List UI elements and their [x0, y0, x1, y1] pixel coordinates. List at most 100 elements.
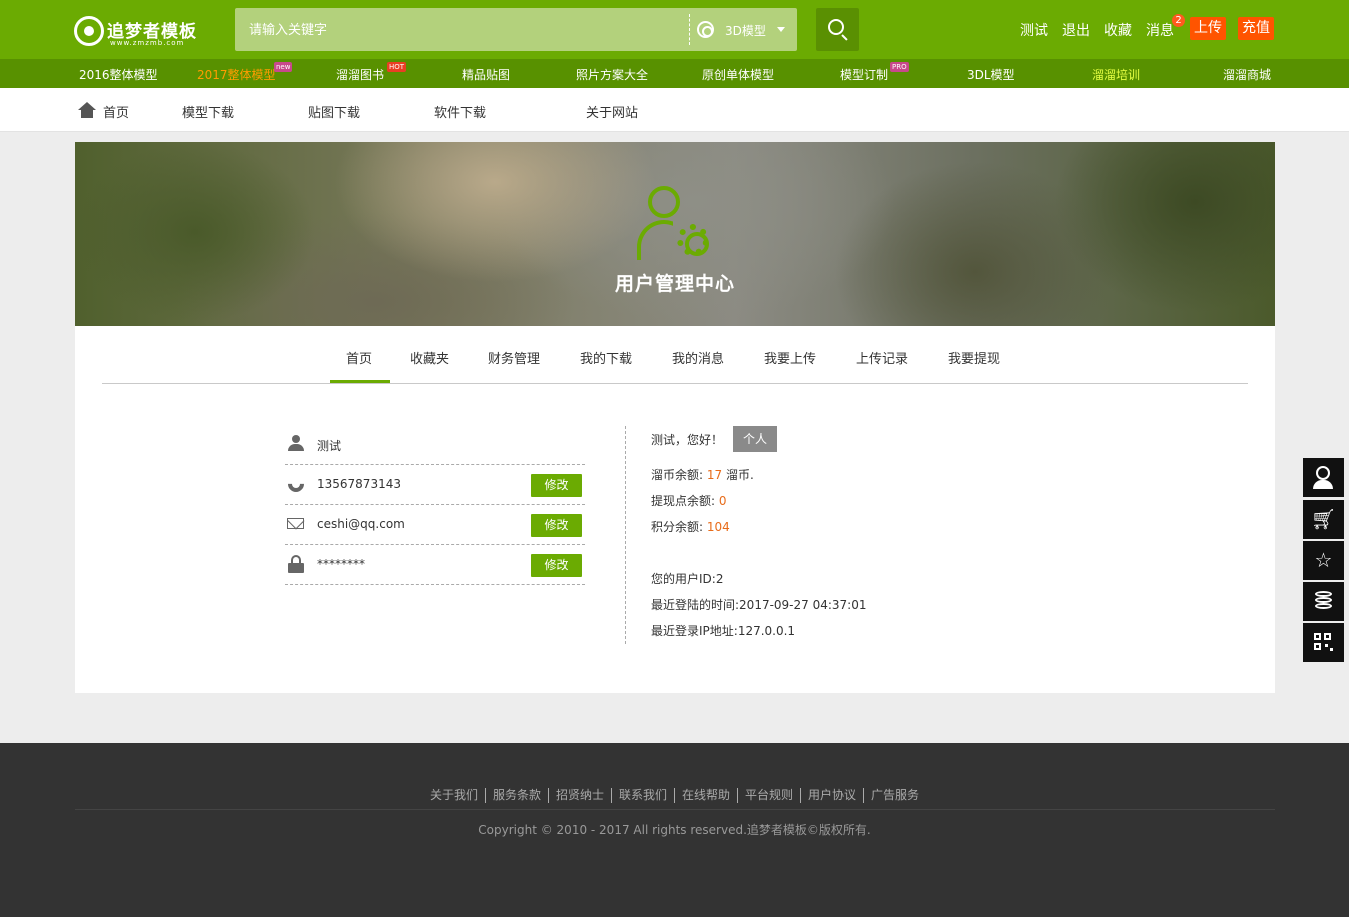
nav-about[interactable]: 关于网站: [586, 102, 638, 121]
search-button[interactable]: [816, 8, 859, 51]
role-badge[interactable]: 个人: [733, 426, 777, 452]
last-login-time: 最近登陆的时间:2017-09-27 04:37:01: [651, 598, 867, 612]
footer-link-rules[interactable]: 平台规则: [738, 788, 802, 803]
edit-email-button[interactable]: 修改: [531, 514, 582, 537]
footer-link-jobs[interactable]: 招贤纳士: [549, 788, 612, 803]
search-icon: [828, 19, 844, 35]
category-item[interactable]: 2016整体模型: [79, 66, 158, 83]
logout-link[interactable]: 退出: [1062, 20, 1090, 40]
user-id: 您的用户ID:2: [651, 572, 724, 586]
mail-icon: [287, 515, 305, 533]
category-item[interactable]: 溜溜商城: [1223, 66, 1271, 83]
chevron-down-icon: [777, 27, 785, 32]
edit-password-button[interactable]: 修改: [531, 554, 582, 577]
email-value: ceshi@qq.com: [317, 517, 405, 531]
password-row: ******** 修改: [285, 545, 585, 585]
search-input[interactable]: [249, 20, 669, 40]
favorites-link[interactable]: 收藏: [1104, 20, 1132, 40]
home-icon: [78, 102, 96, 118]
pro-badge: PRO: [890, 62, 909, 72]
qrcode-icon: [1314, 633, 1321, 640]
footer-link-terms[interactable]: 服务条款: [486, 788, 549, 803]
phone-icon: [284, 472, 308, 496]
logo-icon: [74, 16, 104, 46]
user-center-banner: 用户管理中心: [75, 142, 1275, 326]
footer-divider: [75, 809, 1275, 810]
logo-url: www.zmzmb.com: [110, 39, 185, 47]
footer-link-about[interactable]: 关于我们: [423, 788, 486, 803]
site-logo[interactable]: 追梦者模板 www.zmzmb.com: [74, 14, 214, 48]
category-item[interactable]: 模型订制: [840, 66, 888, 83]
tab-upload[interactable]: 我要上传: [764, 348, 816, 367]
category-item[interactable]: 溜溜培训: [1092, 66, 1140, 83]
messages-link[interactable]: 消息: [1146, 20, 1174, 40]
category-item[interactable]: 2017整体模型: [197, 66, 276, 83]
tab-messages[interactable]: 我的消息: [672, 348, 724, 367]
copyright: Copyright © 2010 - 2017 All rights reser…: [478, 823, 871, 837]
footer: 关于我们 服务条款 招贤纳士 联系我们 在线帮助 平台规则 用户协议 广告服务 Copyrig…: [0, 743, 1349, 917]
lock-icon: [287, 555, 305, 573]
category-item[interactable]: 精品贴图: [462, 66, 510, 83]
phone-row: 13567873143 修改: [284, 465, 585, 505]
search-type-select[interactable]: 3D模型: [697, 19, 792, 41]
email-row: ceshi@qq.com 修改: [285, 505, 585, 545]
footer-link-agreement[interactable]: 用户协议: [801, 788, 865, 803]
nav-texture-download[interactable]: 贴图下载: [308, 102, 360, 121]
upload-button[interactable]: 上传: [1190, 17, 1226, 40]
footer-link-help[interactable]: 在线帮助: [675, 788, 739, 803]
tab-withdraw[interactable]: 我要提现: [948, 348, 1000, 367]
search-divider: [689, 14, 690, 45]
coins-value: 17: [706, 468, 723, 482]
nav-home[interactable]: 首页: [103, 102, 129, 121]
points-value: 104: [706, 520, 730, 534]
phone-value: 13567873143: [317, 477, 401, 491]
category-bar: 2016整体模型 2017整体模型 new 溜溜图书 HOT 精品贴图 照片方案…: [0, 59, 1349, 88]
points-balance: 积分余额: 104: [651, 520, 730, 534]
footer-link-ads[interactable]: 广告服务: [864, 788, 926, 803]
nav-model-download[interactable]: 模型下载: [182, 102, 234, 121]
coins-balance: 溜币余额: 17 溜币.: [651, 468, 754, 482]
category-item[interactable]: 照片方案大全: [576, 66, 648, 83]
tab-finance[interactable]: 财务管理: [488, 348, 540, 367]
category-item[interactable]: 3DL模型: [967, 66, 1015, 83]
tab-downloads[interactable]: 我的下载: [580, 348, 632, 367]
qrcode-button[interactable]: [1303, 623, 1344, 662]
coins-button[interactable]: [1303, 582, 1344, 621]
active-tab-indicator: [330, 380, 390, 383]
tab-favorites[interactable]: 收藏夹: [410, 348, 449, 367]
user-icon: [287, 435, 305, 453]
star-icon: ☆: [1314, 548, 1333, 572]
tab-upload-records[interactable]: 上传记录: [856, 348, 908, 367]
category-item[interactable]: 原创单体模型: [702, 66, 774, 83]
top-header: 追梦者模板 www.zmzmb.com 3D模型 测试 退出 收藏 消息 2 上…: [0, 0, 1349, 59]
cart-icon: 🛒︎: [1310, 507, 1337, 531]
footer-link-contact[interactable]: 联系我们: [612, 788, 675, 803]
customer-service-icon: [1316, 466, 1330, 480]
withdraw-balance: 提现点余额: 0: [651, 494, 727, 508]
nav-software-download[interactable]: 软件下载: [434, 102, 486, 121]
cart-button[interactable]: 🛒︎: [1303, 500, 1344, 539]
customer-service-button[interactable]: [1303, 458, 1344, 497]
category-item[interactable]: 溜溜图书: [336, 66, 384, 83]
username-value: 测试: [317, 439, 342, 453]
search-type-label: 3D模型: [725, 24, 766, 38]
favorite-button[interactable]: ☆: [1303, 541, 1344, 580]
greeting: 测试，您好！: [651, 433, 724, 447]
user-tabs: 首页 收藏夹 财务管理 我的下载 我的消息 我要上传 上传记录 我要提现: [102, 326, 1248, 384]
new-badge: new: [274, 62, 293, 72]
withdraw-value: 0: [718, 494, 727, 508]
model-type-icon: [697, 21, 714, 38]
banner-title: 用户管理中心: [614, 273, 735, 295]
main-content: 首页 收藏夹 财务管理 我的下载 我的消息 我要上传 上传记录 我要提现 测试 …: [75, 326, 1275, 693]
username-row: 测试: [285, 425, 585, 465]
tab-home[interactable]: 首页: [346, 348, 372, 367]
last-login-ip: 最近登录IP地址:127.0.0.1: [651, 624, 796, 638]
user-link[interactable]: 测试: [1020, 20, 1048, 40]
message-count-badge: 2: [1172, 14, 1185, 27]
recharge-button[interactable]: 充值: [1238, 17, 1274, 40]
edit-phone-button[interactable]: 修改: [531, 474, 582, 497]
search-box: 3D模型: [235, 8, 797, 51]
hot-badge: HOT: [387, 62, 407, 72]
gear-icon: [677, 224, 709, 256]
column-divider: [625, 426, 626, 644]
